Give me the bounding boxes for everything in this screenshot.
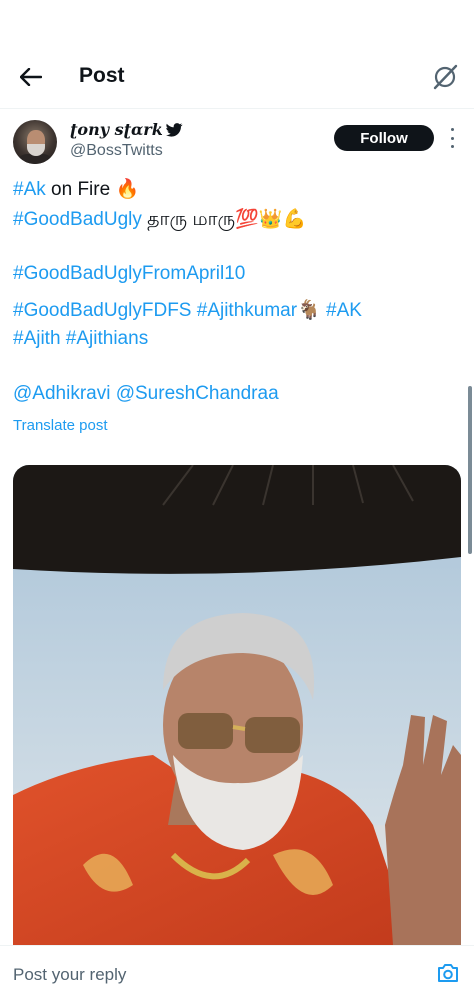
hashtag-link[interactable]: #GoodBadUglyFDFS #Ajithkumar [13, 300, 297, 321]
post-line: @Adhikravi @SureshChandraa [13, 383, 279, 405]
hashtag-link[interactable]: #Ajith #Ajithians [13, 328, 148, 349]
back-arrow-icon[interactable] [16, 62, 46, 92]
hashtag-link[interactable]: #Ak [13, 179, 46, 200]
post-text: 🐐 [297, 300, 321, 321]
author-name[interactable]: ʈony sʈɑrk [70, 120, 183, 139]
post-line: #Ak on Fire 🔥 [13, 177, 139, 201]
translate-post-link[interactable]: Translate post [13, 417, 108, 434]
hashtag-link[interactable]: #GoodBadUgly [13, 209, 142, 230]
post-line: #GoodBadUglyFromApril10 [13, 263, 245, 285]
post-media-image[interactable] [13, 465, 461, 945]
scrollbar[interactable] [468, 386, 472, 554]
author-name-text: ʈony sʈɑrk [70, 120, 163, 139]
more-icon[interactable] [444, 128, 460, 148]
post-text: தாரு மாரு💯👑💪 [141, 209, 307, 230]
avatar[interactable] [13, 120, 57, 164]
post-text: on Fire 🔥 [45, 179, 140, 200]
grok-icon[interactable] [430, 62, 460, 92]
hashtag-link[interactable]: #AK [321, 300, 362, 321]
follow-button[interactable]: Follow [334, 125, 434, 151]
post-line: #GoodBadUglyFDFS #Ajithkumar🐐 #AK [13, 298, 362, 322]
mention-link[interactable]: @Adhikravi @SureshChandraa [13, 383, 279, 404]
camera-icon[interactable] [436, 962, 460, 984]
reply-input[interactable]: Post your reply [13, 965, 126, 985]
hashtag-link[interactable]: #GoodBadUglyFromApril10 [13, 263, 245, 284]
post-line: #GoodBadUgly தாரு மாரு💯👑💪 [13, 207, 306, 233]
author-handle[interactable]: @BossTwitts [70, 142, 163, 160]
verified-bird-icon [165, 122, 183, 137]
top-bar: Post [0, 0, 474, 109]
page-title: Post [79, 64, 125, 87]
post-line: #Ajith #Ajithians [13, 328, 148, 350]
